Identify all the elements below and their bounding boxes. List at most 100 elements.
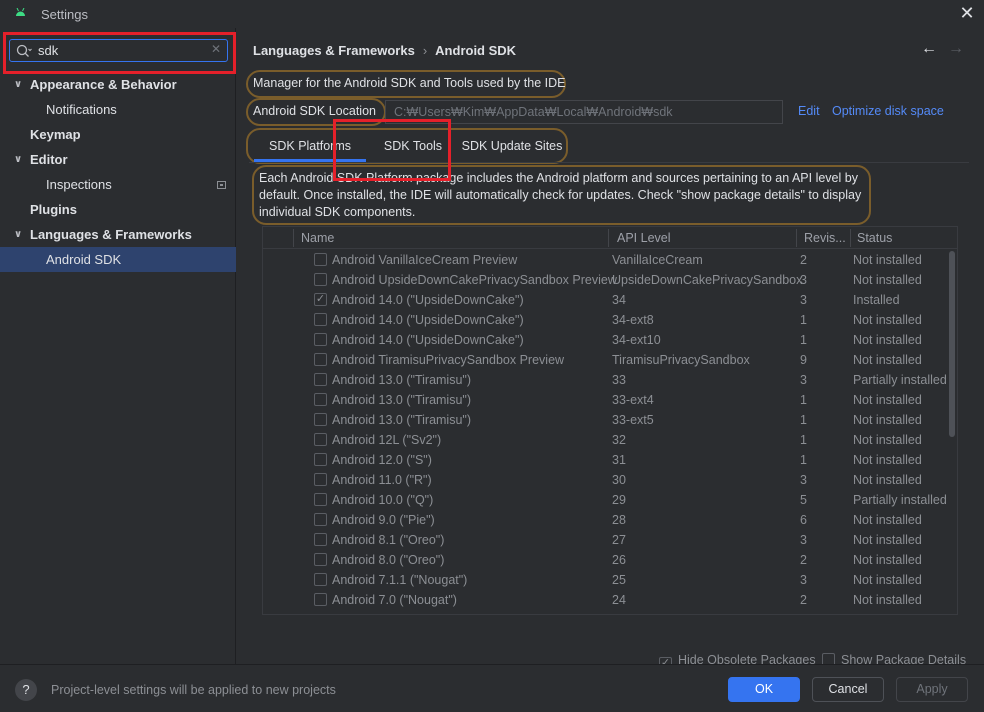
table-row[interactable]: Android 13.0 ("Tiramisu") 33-ext5 1 Not ins… xyxy=(263,410,950,430)
row-checkbox[interactable] xyxy=(314,333,327,346)
table-row[interactable]: Android 8.0 ("Oreo") 26 2 Not installed xyxy=(263,550,950,570)
manager-description: Manager for the Android SDK and Tools us… xyxy=(253,76,566,90)
install-status: Not installed xyxy=(853,593,922,607)
table-row[interactable]: Android 12L ("Sv2") 32 1 Not installed xyxy=(263,430,950,450)
package-name: Android 13.0 ("Tiramisu") xyxy=(332,413,472,427)
revision: 9 xyxy=(800,353,807,367)
ok-button[interactable]: OK xyxy=(728,677,800,702)
table-row[interactable]: Android 7.0 ("Nougat") 24 2 Not installed xyxy=(263,590,950,610)
column-divider xyxy=(850,229,851,247)
table-row[interactable]: Android 13.0 ("Tiramisu") 33-ext4 1 Not ins… xyxy=(263,390,950,410)
install-status: Not installed xyxy=(853,393,922,407)
table-row[interactable]: ✓ Android 14.0 ("UpsideDownCake") 34 3 Insta… xyxy=(263,290,950,310)
sidebar-item-inspections[interactable]: Inspections xyxy=(0,172,236,197)
row-checkbox[interactable] xyxy=(314,473,327,486)
install-status: Not installed xyxy=(853,433,922,447)
row-checkbox[interactable] xyxy=(314,553,327,566)
install-status: Not installed xyxy=(853,313,922,327)
table-row[interactable]: Android 12.0 ("S") 31 1 Not installed xyxy=(263,450,950,470)
chevron-down-icon[interactable]: ∨ xyxy=(14,72,22,97)
sidebar-item-notifications[interactable]: Notifications xyxy=(0,97,236,122)
breadcrumb-parent[interactable]: Languages & Frameworks xyxy=(253,43,415,58)
sidebar-item-editor[interactable]: ∨ Editor xyxy=(0,147,236,172)
row-checkbox[interactable] xyxy=(314,493,327,506)
edit-link[interactable]: Edit xyxy=(798,104,820,118)
api-level: 34 xyxy=(612,293,626,307)
row-checkbox[interactable] xyxy=(314,593,327,606)
row-checkbox[interactable] xyxy=(314,573,327,586)
row-checkbox[interactable] xyxy=(314,353,327,366)
api-level: 30 xyxy=(612,473,626,487)
table-row[interactable]: Android VanillaIceCream Preview VanillaIc… xyxy=(263,250,950,270)
column-header-status[interactable]: Status xyxy=(857,231,892,245)
help-icon[interactable]: ? xyxy=(15,679,37,701)
sidebar-item-keymap[interactable]: Keymap xyxy=(0,122,236,147)
table-row[interactable]: Android TiramisuPrivacySandbox Preview Ti… xyxy=(263,350,950,370)
install-status: Not installed xyxy=(853,513,922,527)
table-row[interactable]: Android 11.0 ("R") 30 3 Not installed xyxy=(263,470,950,490)
chevron-down-icon[interactable]: ∨ xyxy=(14,222,22,247)
table-row[interactable]: Android 14.0 ("UpsideDownCake") 34-ext8 1 N… xyxy=(263,310,950,330)
tab-sdk-update-sites[interactable]: SDK Update Sites xyxy=(461,131,563,162)
row-checkbox[interactable] xyxy=(314,313,327,326)
table-row[interactable]: Android 7.1.1 ("Nougat") 25 3 Not installed xyxy=(263,570,950,590)
table-row[interactable]: Android 14.0 ("UpsideDownCake") 34-ext10 1… xyxy=(263,330,950,350)
column-header-name[interactable]: Name xyxy=(301,231,334,245)
project-scope-icon xyxy=(217,181,226,189)
api-level: 29 xyxy=(612,493,626,507)
table-row[interactable]: Android 13.0 ("Tiramisu") 33 3 Partially in… xyxy=(263,370,950,390)
apply-button[interactable]: Apply xyxy=(896,677,968,702)
package-name: Android UpsideDownCakePrivacySandbox Pre… xyxy=(332,273,617,287)
api-level: 34-ext8 xyxy=(612,313,654,327)
cancel-button[interactable]: Cancel xyxy=(812,677,884,702)
row-checkbox[interactable] xyxy=(314,393,327,406)
api-level: 32 xyxy=(612,433,626,447)
row-checkbox[interactable] xyxy=(314,533,327,546)
optimize-disk-space-link[interactable]: Optimize disk space xyxy=(832,104,944,118)
row-checkbox[interactable] xyxy=(314,433,327,446)
sidebar-item-android-sdk[interactable]: Android SDK xyxy=(0,247,236,272)
revision: 2 xyxy=(800,253,807,267)
row-checkbox[interactable] xyxy=(314,373,327,386)
chevron-down-icon[interactable]: ∨ xyxy=(14,147,22,172)
package-name: Android 8.1 ("Oreo") xyxy=(332,533,445,547)
forward-arrow-icon[interactable]: → xyxy=(948,40,964,58)
row-checkbox[interactable] xyxy=(314,413,327,426)
install-status: Not installed xyxy=(853,533,922,547)
table-row[interactable]: Android 10.0 ("Q") 29 5 Partially installed xyxy=(263,490,950,510)
sidebar-item-label: Editor xyxy=(30,152,68,167)
revision: 1 xyxy=(800,333,807,347)
revision: 3 xyxy=(800,293,807,307)
sidebar-item-languages-frameworks[interactable]: ∨ Languages & Frameworks xyxy=(0,222,236,247)
install-status: Not installed xyxy=(853,573,922,587)
install-status: Not installed xyxy=(853,473,922,487)
table-row[interactable]: Android 9.0 ("Pie") 28 6 Not installed xyxy=(263,510,950,530)
sidebar-item-label: Keymap xyxy=(30,127,81,142)
row-checkbox[interactable] xyxy=(314,253,327,266)
search-highlight-box xyxy=(3,32,236,74)
table-scrollbar[interactable] xyxy=(949,251,955,437)
sidebar-item-plugins[interactable]: Plugins xyxy=(0,197,236,222)
revision: 1 xyxy=(800,433,807,447)
column-header-api-level[interactable]: API Level xyxy=(617,231,671,245)
sdk-location-label: Android SDK Location xyxy=(253,104,376,118)
row-checkbox[interactable] xyxy=(314,453,327,466)
row-checkbox[interactable] xyxy=(314,273,327,286)
api-level: 34-ext10 xyxy=(612,333,661,347)
install-status: Partially installed xyxy=(853,493,947,507)
row-checkbox[interactable] xyxy=(314,513,327,526)
install-status: Not installed xyxy=(853,273,922,287)
package-name: Android 9.0 ("Pie") xyxy=(332,513,435,527)
table-row[interactable]: Android 8.1 ("Oreo") 27 3 Not installed xyxy=(263,530,950,550)
revision: 3 xyxy=(800,373,807,387)
row-checkbox[interactable]: ✓ xyxy=(314,293,327,306)
revision: 2 xyxy=(800,553,807,567)
sidebar-item-appearance-behavior[interactable]: ∨ Appearance & Behavior xyxy=(0,72,236,97)
close-icon[interactable]: ✕ xyxy=(958,3,976,23)
settings-sidebar: sdk ✕ ∨ Appearance & Behavior Notificati… xyxy=(0,28,236,664)
package-name: Android 7.1.1 ("Nougat") xyxy=(332,573,468,587)
table-row[interactable]: Android UpsideDownCakePrivacySandbox Pre… xyxy=(263,270,950,290)
column-header-revision[interactable]: Revis... xyxy=(804,231,846,245)
api-level: 25 xyxy=(612,573,626,587)
back-arrow-icon[interactable]: ← xyxy=(921,40,937,58)
